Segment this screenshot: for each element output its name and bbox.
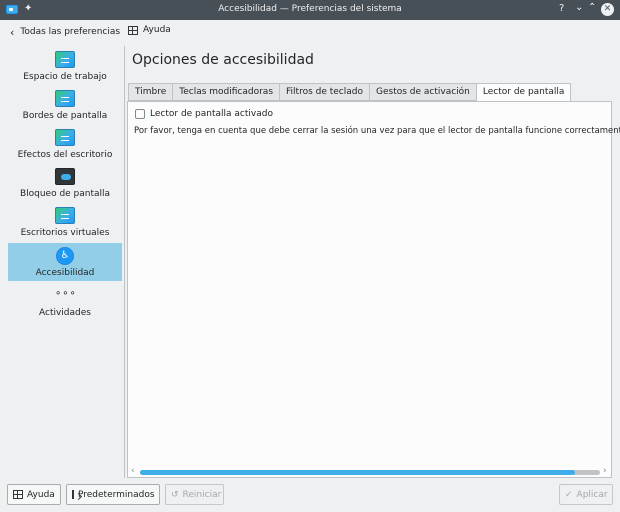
checkbox-label: Lector de pantalla activado <box>150 109 273 119</box>
scrollbar-track[interactable] <box>140 470 600 475</box>
window-help-button[interactable]: ? <box>559 3 564 14</box>
minimize-button[interactable]: ⌄ <box>575 2 583 13</box>
scroll-left-icon[interactable]: ‹ <box>131 466 135 476</box>
sidebar-item-desktop-effects[interactable]: Efectos del escritorio <box>8 125 122 163</box>
help-button[interactable]: Ayuda <box>128 25 171 35</box>
apply-button[interactable]: ✓ Aplicar <box>559 484 613 505</box>
sidebar-item-screen-edges[interactable]: Bordes de pantalla <box>8 86 122 124</box>
activities-icon: ∘∘∘ <box>55 288 77 299</box>
sidebar: Espacio de trabajo Bordes de pantalla Ef… <box>8 47 122 477</box>
tab-screen-reader[interactable]: Lector de pantalla <box>475 83 572 102</box>
chevron-left-icon: ‹ <box>10 25 15 39</box>
virtual-desktops-icon <box>55 207 75 224</box>
tab-modifier-keys[interactable]: Teclas modificadoras <box>172 83 280 101</box>
reset-label: Reiniciar <box>182 489 222 500</box>
sidebar-item-virtual-desktops[interactable]: Escritorios virtuales <box>8 203 122 241</box>
screen-reader-enabled-checkbox[interactable] <box>135 109 145 119</box>
back-to-all-preferences-button[interactable]: ‹ Todas las preferencias <box>10 25 120 39</box>
screen-edges-icon <box>55 90 75 107</box>
footer: Ayuda Predeterminados ↺ Reiniciar ✓ Apli… <box>0 484 620 506</box>
reset-button[interactable]: ↺ Reiniciar <box>165 484 224 505</box>
apply-label: Aplicar <box>576 489 608 500</box>
sidebar-item-activities[interactable]: ∘∘∘ Actividades <box>8 283 122 321</box>
defaults-label: Predeterminados <box>78 489 155 500</box>
page-title: Opciones de accesibilidad <box>132 52 314 68</box>
toolbar: ‹ Todas las preferencias Ayuda <box>0 20 620 44</box>
window-titlebar[interactable]: ✦ Accesibilidad — Preferencias del siste… <box>0 0 620 20</box>
sidebar-item-label: Bloqueo de pantalla <box>19 189 111 199</box>
horizontal-scrollbar[interactable]: ‹ › <box>127 466 612 478</box>
workspace-icon <box>55 51 75 68</box>
checkmark-icon: ✓ <box>565 489 573 500</box>
sidebar-item-label: Bordes de pantalla <box>22 111 108 121</box>
footer-help-label: Ayuda <box>27 489 55 500</box>
sidebar-item-label: Accesibilidad <box>35 268 95 278</box>
sidebar-item-label: Escritorios virtuales <box>20 228 110 238</box>
tab-bar: Timbre Teclas modificadoras Filtros de t… <box>128 83 572 102</box>
help-book-icon <box>128 25 138 35</box>
tab-bell[interactable]: Timbre <box>128 83 173 101</box>
screen-reader-panel: Lector de pantalla activado Por favor, t… <box>127 101 620 478</box>
sidebar-item-label: Efectos del escritorio <box>17 150 113 160</box>
desktop-effects-icon <box>55 129 75 146</box>
undo-icon: ↺ <box>171 489 179 500</box>
defaults-document-icon <box>72 490 74 499</box>
scrollbar-thumb[interactable] <box>140 470 575 475</box>
footer-help-button[interactable]: Ayuda <box>7 484 61 505</box>
help-label: Ayuda <box>143 25 171 35</box>
help-book-icon <box>13 490 23 499</box>
sidebar-item-screen-lock[interactable]: Bloqueo de pantalla <box>8 164 122 202</box>
tab-activation-gestures[interactable]: Gestos de activación <box>369 83 476 101</box>
sidebar-item-label: Actividades <box>39 308 91 318</box>
tab-keyboard-filters[interactable]: Filtros de teclado <box>279 83 369 101</box>
defaults-button[interactable]: Predeterminados <box>66 484 160 505</box>
screen-reader-enabled-option[interactable]: Lector de pantalla activado <box>135 109 273 119</box>
logout-notice: Por favor, tenga en cuenta que debe cerr… <box>134 126 620 136</box>
sidebar-item-label: Espacio de trabajo <box>23 72 107 82</box>
sidebar-divider <box>124 46 125 478</box>
sidebar-item-accessibility[interactable]: ♿ Accesibilidad <box>8 243 122 281</box>
maximize-button[interactable]: ⌃ <box>588 2 596 13</box>
screen-lock-icon <box>55 168 75 185</box>
close-button[interactable]: ✕ <box>601 3 614 16</box>
scroll-right-icon[interactable]: › <box>603 466 607 476</box>
window-title: Accesibilidad — Preferencias del sistema <box>218 4 402 14</box>
sidebar-item-workspace[interactable]: Espacio de trabajo <box>8 47 122 85</box>
back-label: Todas las preferencias <box>20 27 121 37</box>
accessibility-icon: ♿ <box>56 247 74 265</box>
